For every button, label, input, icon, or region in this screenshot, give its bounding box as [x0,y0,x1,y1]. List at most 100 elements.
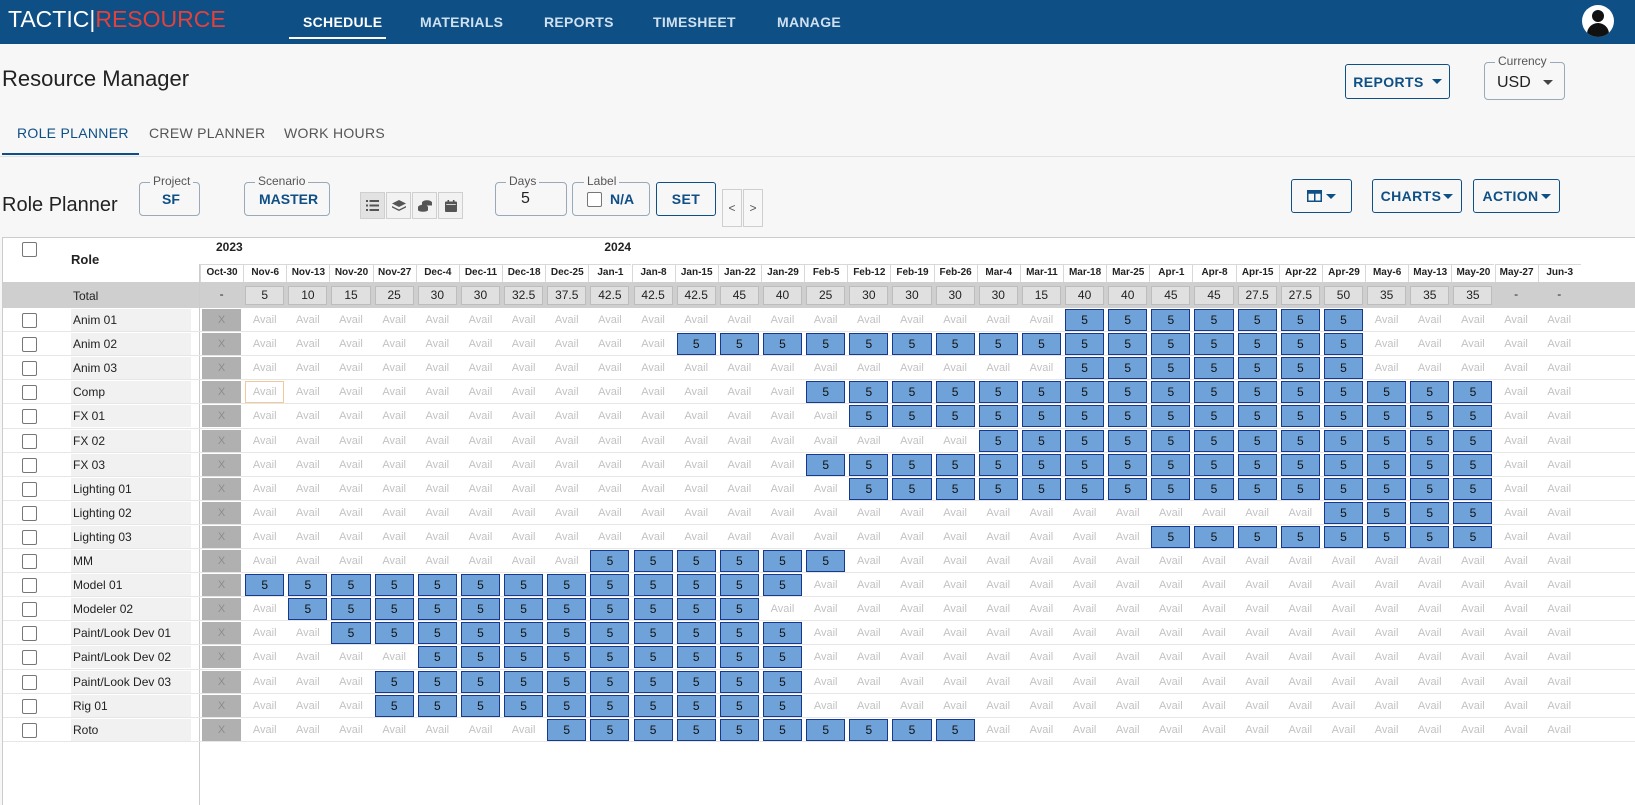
allocation-cell[interactable]: 5 [1194,429,1234,452]
avail-cell[interactable]: Avail [461,502,500,524]
avail-cell[interactable]: Avail [1065,502,1104,524]
allocation-cell[interactable]: 5 [935,381,975,404]
allocation-cell[interactable]: 5 [1151,333,1191,356]
avail-cell[interactable]: Avail [1108,719,1147,741]
avail-cell[interactable]: Avail [1540,598,1579,620]
allocation-cell[interactable]: 5 [288,598,328,621]
allocation-cell[interactable]: 5 [1065,477,1105,500]
row-checkbox[interactable] [22,626,37,642]
avail-cell[interactable]: Avail [375,646,414,668]
avail-cell[interactable]: Avail [1367,333,1406,355]
avail-cell[interactable]: Avail [1022,719,1061,741]
charts-button[interactable]: CHARTS [1372,179,1462,213]
avail-cell[interactable]: Avail [892,502,931,524]
allocation-cell[interactable]: 5 [1323,501,1364,524]
avail-cell[interactable]: Avail [245,622,284,644]
avail-cell[interactable]: Avail [936,309,975,331]
avail-cell[interactable]: Avail [763,357,802,379]
allocation-cell[interactable]: 5 [1151,525,1191,548]
allocation-cell[interactable]: 5 [633,550,673,572]
allocation-cell[interactable]: 5 [849,333,889,356]
avail-cell[interactable]: Avail [331,309,370,331]
avail-cell[interactable]: Avail [849,646,888,668]
avail-cell[interactable]: Avail [979,357,1018,379]
allocation-cell[interactable]: 5 [1108,453,1148,476]
avail-cell[interactable]: Avail [892,622,931,644]
avail-cell[interactable]: Avail [763,526,802,548]
allocation-cell[interactable]: 5 [806,453,846,476]
allocation-cell[interactable]: 5 [719,718,759,741]
allocation-cell[interactable]: 5 [1194,453,1234,476]
avail-cell[interactable]: Avail [979,526,1018,548]
allocation-cell[interactable]: 5 [460,574,501,597]
avail-cell[interactable]: Avail [892,598,931,620]
avail-cell[interactable]: Avail [504,405,543,427]
avail-cell[interactable]: Avail [590,454,629,476]
allocation-cell[interactable]: 5 [762,333,803,356]
row-checkbox[interactable] [22,578,37,594]
avail-cell[interactable]: Avail [1367,598,1406,620]
allocation-cell[interactable]: 5 [1367,429,1407,452]
avail-cell[interactable]: Avail [331,357,370,379]
avail-cell[interactable]: Avail [1367,671,1406,693]
avail-cell[interactable]: Avail [1022,695,1061,717]
avail-cell[interactable]: Avail [375,454,414,476]
allocation-cell[interactable]: 5 [1194,333,1234,356]
allocation-cell[interactable]: 5 [762,622,803,645]
avail-cell[interactable]: Avail [1367,574,1406,596]
avail-cell[interactable]: Avail [504,502,543,524]
allocation-cell[interactable]: 5 [1280,477,1320,500]
avail-cell[interactable]: Avail [1151,574,1190,596]
avail-cell[interactable]: Avail [634,526,673,548]
avail-cell[interactable]: Avail [418,381,457,403]
avail-cell[interactable]: Avail [288,478,327,500]
avail-cell[interactable]: Avail [1324,550,1363,572]
allocation-cell[interactable]: 5 [590,622,630,645]
avail-cell[interactable]: Avail [1497,598,1536,620]
avail-cell[interactable]: Avail [979,574,1018,596]
avail-cell[interactable]: Avail [1065,526,1104,548]
avail-cell[interactable]: Avail [288,381,327,403]
allocation-cell[interactable]: 5 [374,670,414,693]
week-header[interactable]: Feb-12 [847,264,891,282]
avail-cell[interactable]: Avail [849,309,888,331]
allocation-cell[interactable]: 5 [1021,477,1061,500]
avail-cell[interactable]: Avail [1497,454,1536,476]
avail-cell[interactable]: Avail [634,405,673,427]
avail-cell[interactable]: Avail [806,671,845,693]
avail-cell[interactable]: Avail [331,526,370,548]
week-header[interactable]: Dec-25 [545,264,589,282]
avail-cell[interactable]: Avail [806,405,845,427]
avail-cell[interactable]: Avail [331,430,370,452]
allocation-cell[interactable]: 5 [1410,429,1450,452]
avail-cell[interactable]: Avail [547,430,586,452]
avail-cell[interactable]: Avail [1238,671,1277,693]
avail-cell[interactable]: Avail [763,430,802,452]
avail-cell[interactable]: Avail [331,695,370,717]
row-checkbox[interactable] [22,313,37,328]
role-name[interactable]: Anim 02 [71,333,191,356]
allocation-cell[interactable]: 5 [331,574,371,597]
avail-cell[interactable]: Avail [1281,695,1320,717]
avail-cell[interactable]: Avail [720,309,759,331]
avail-cell[interactable]: Avail [936,671,975,693]
avail-cell[interactable]: Avail [504,454,543,476]
avail-cell[interactable]: Avail [1324,622,1363,644]
avail-cell[interactable]: Avail [461,526,500,548]
allocation-cell[interactable]: 5 [1237,405,1277,428]
avail-cell[interactable]: Avail [288,454,327,476]
allocation-cell[interactable]: 5 [417,598,457,621]
avail-cell[interactable]: Avail [806,622,845,644]
avail-cell[interactable]: Avail [1453,550,1492,572]
avail-cell[interactable]: Avail [1194,719,1233,741]
avail-cell[interactable]: Avail [331,381,370,403]
week-header[interactable]: Feb-26 [933,264,977,282]
allocation-cell[interactable]: 5 [1367,525,1407,548]
avail-cell[interactable]: Avail [1022,309,1061,331]
avail-cell[interactable]: Avail [547,333,586,355]
week-header[interactable]: May-13 [1408,264,1452,282]
allocation-cell[interactable]: 5 [633,718,673,741]
avail-cell[interactable]: Avail [504,430,543,452]
avail-cell[interactable]: Avail [1540,695,1579,717]
avail-cell[interactable]: Avail [461,478,500,500]
